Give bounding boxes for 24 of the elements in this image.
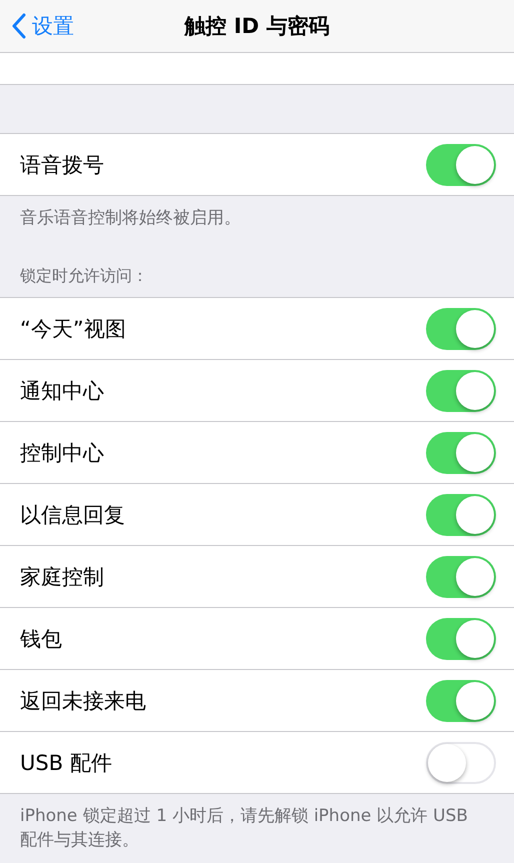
footer-note: iPhone 锁定超过 1 小时后，请先解锁 iPhone 以允许 USB 配件与其连接。 [19, 805, 469, 852]
screen-title: 触控 ID 与密码 [184, 13, 330, 40]
row-label: 返回未接来电 [20, 688, 147, 714]
back-button[interactable]: 设置 [10, 10, 76, 42]
back-chevron-icon [12, 13, 26, 39]
row-label: 以信息回复 [20, 502, 126, 528]
toggle-switch[interactable] [426, 370, 496, 412]
row-label: 控制中心 [20, 440, 105, 466]
toggle-switch[interactable] [426, 680, 496, 722]
toggle-switch[interactable] [426, 144, 496, 186]
row-label: 语音拨号 [20, 152, 105, 178]
toggle-switch[interactable] [426, 308, 496, 350]
toggle-switch[interactable] [426, 742, 496, 784]
row-label: “今天”视图 [20, 316, 127, 342]
section-header: 锁定时允许访问： [19, 266, 149, 287]
toggle-switch[interactable] [426, 556, 496, 598]
row-label: 通知中心 [20, 378, 105, 404]
row-label: 钱包 [20, 626, 63, 652]
toggle-switch[interactable] [426, 618, 496, 660]
row-label: 家庭控制 [20, 564, 105, 590]
toggle-switch[interactable] [426, 432, 496, 474]
footer-note: 音乐语音控制将始终被启用。 [19, 207, 242, 230]
row-label: USB 配件 [20, 750, 113, 776]
toggle-switch[interactable] [426, 494, 496, 536]
